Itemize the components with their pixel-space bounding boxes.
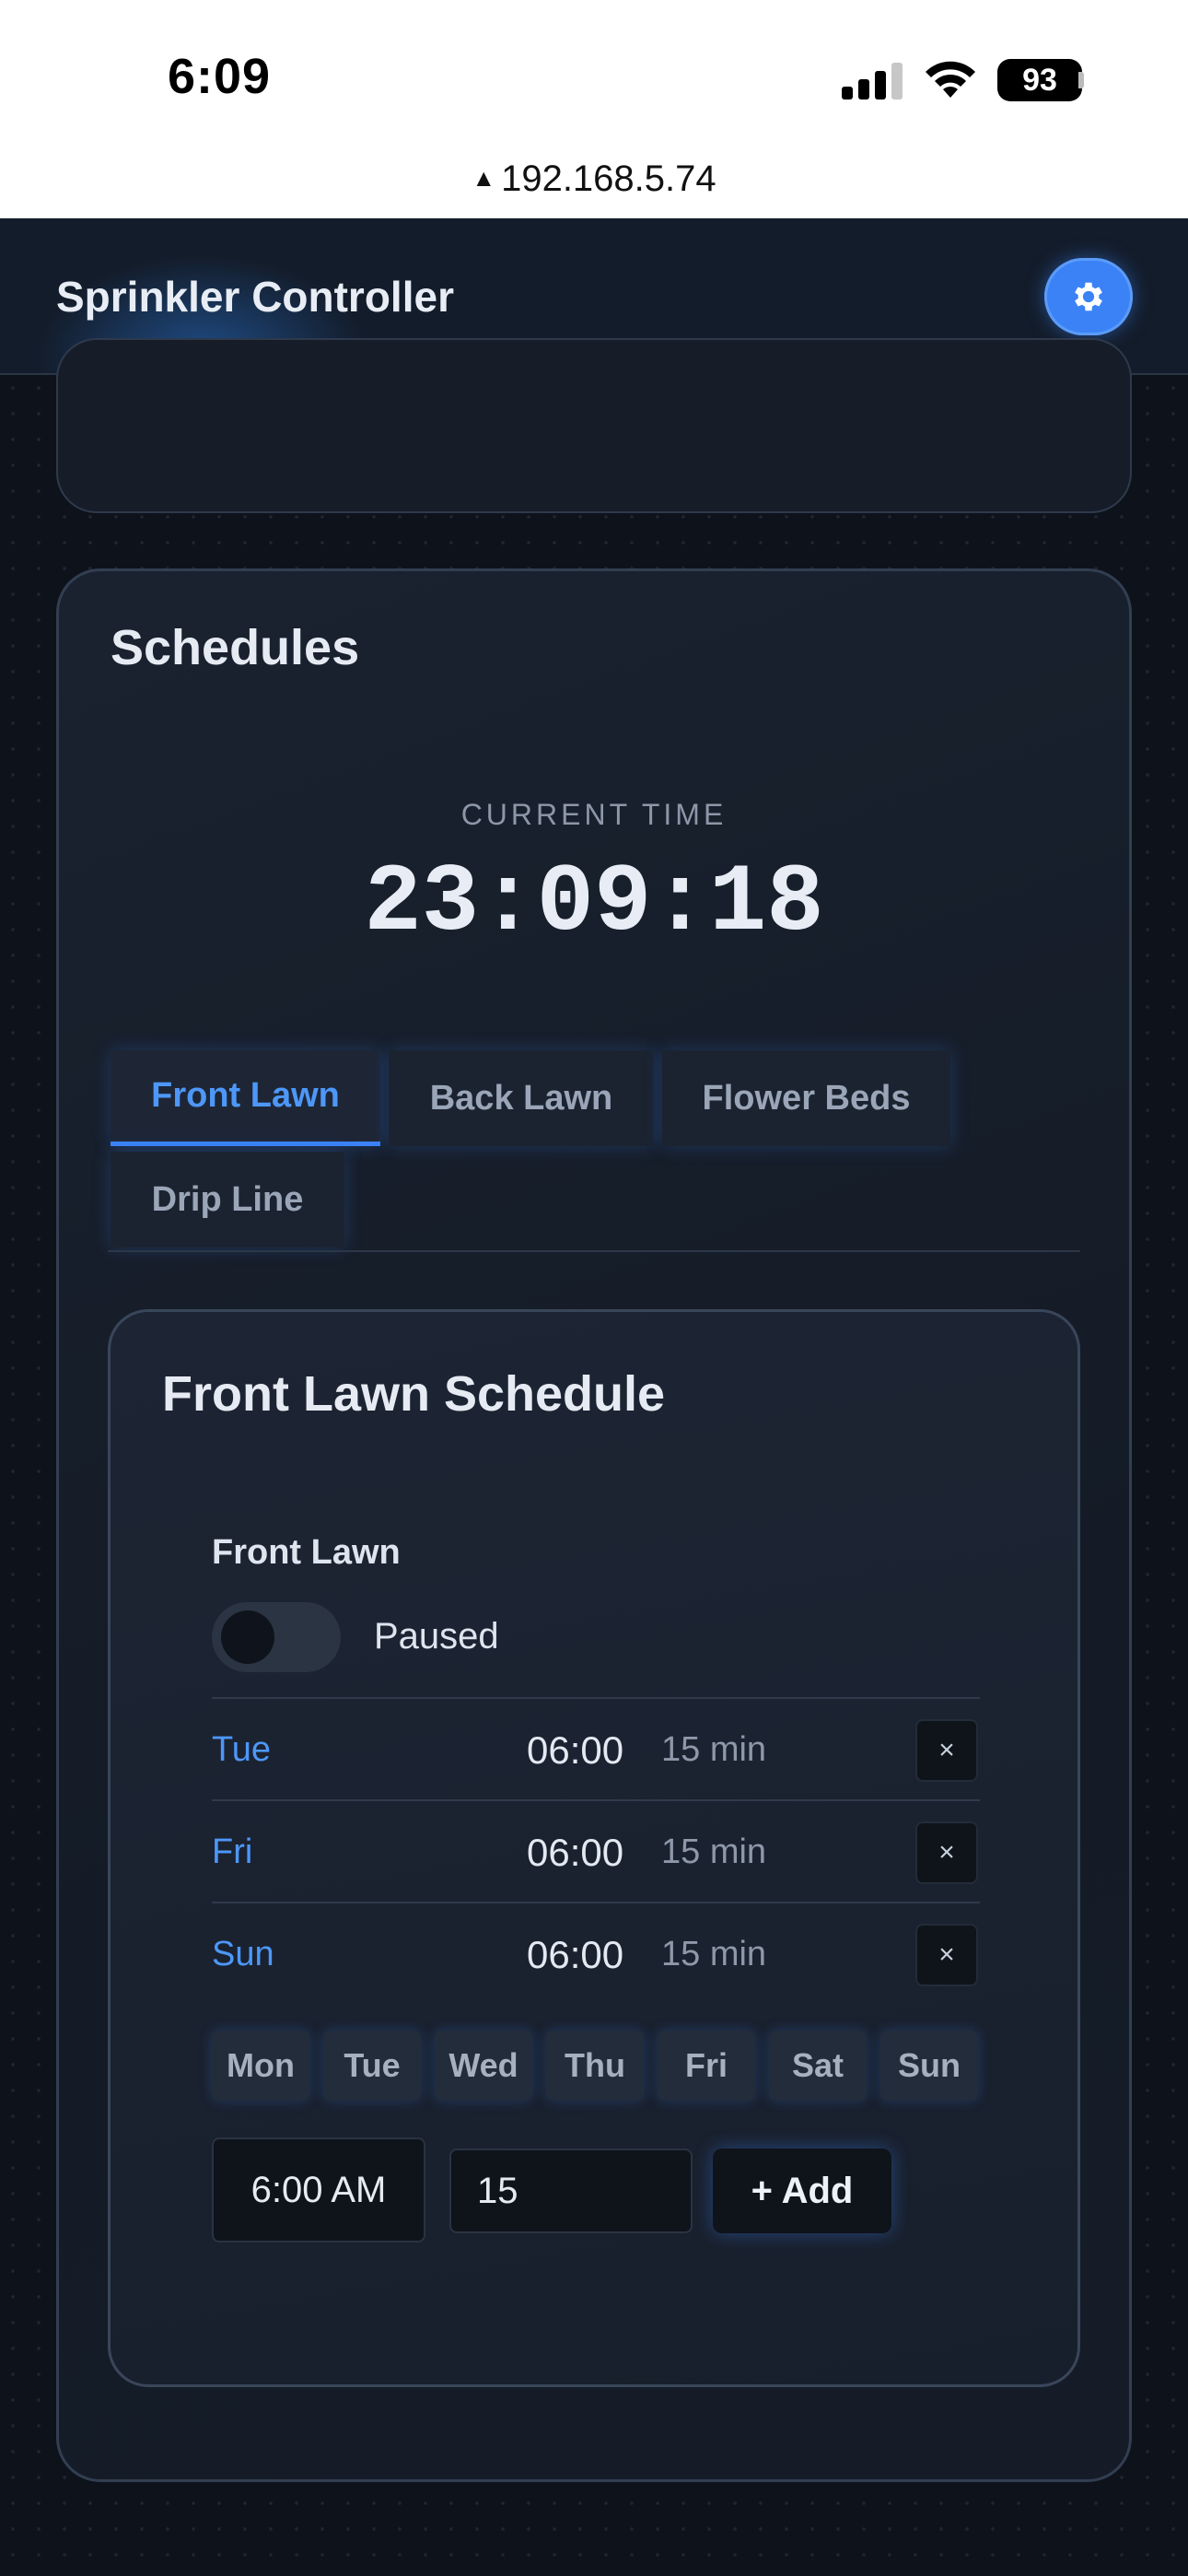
add-schedule-button[interactable]: + Add: [713, 2149, 891, 2233]
address-bar[interactable]: ▲ 192.168.5.74: [0, 158, 1188, 200]
gear-icon: [1075, 282, 1102, 311]
tab-front-lawn[interactable]: Front Lawn: [111, 1050, 380, 1146]
day-chip-sat[interactable]: Sat: [769, 2031, 867, 2101]
day-chip-sun[interactable]: Sun: [880, 2031, 978, 2101]
wifi-icon: [926, 61, 975, 98]
zone-schedule-title: Front Lawn Schedule: [162, 1366, 666, 1422]
status-bar: 6:09 93 ▲ 192.168.5.74: [0, 0, 1188, 218]
settings-button[interactable]: [1044, 258, 1133, 335]
schedule-entry: Fri 06:00 15 min ×: [212, 1799, 980, 1903]
current-time-clock: 23:09:18: [364, 849, 824, 958]
day-chip-thu[interactable]: Thu: [546, 2031, 644, 2101]
main-content: Schedules CURRENT TIME 23:09:18 Front La…: [0, 338, 1188, 2576]
day-chip-wed[interactable]: Wed: [435, 2031, 532, 2101]
schedules-title: Schedules: [111, 620, 360, 675]
status-time: 6:09: [168, 49, 272, 104]
tab-flower-beds[interactable]: Flower Beds: [662, 1050, 950, 1146]
entry-day: Tue: [212, 1730, 272, 1769]
tabs-divider: [108, 1250, 1080, 1252]
entry-duration: 15 min: [661, 1730, 767, 1769]
toggle-knob: [221, 1610, 274, 1664]
schedule-entry: Sun 06:00 15 min ×: [212, 1902, 980, 2005]
delete-entry-button[interactable]: ×: [915, 1924, 978, 1986]
day-chip-mon[interactable]: Mon: [212, 2031, 309, 2101]
day-chip-fri[interactable]: Fri: [658, 2031, 755, 2101]
warning-icon: ▲: [472, 163, 496, 192]
app-title: Sprinkler Controller: [56, 273, 454, 321]
delete-entry-button[interactable]: ×: [915, 1719, 978, 1782]
entry-time: 06:00: [527, 1933, 624, 1976]
zone-name: Front Lawn: [212, 1533, 401, 1572]
current-time-label: CURRENT TIME: [460, 798, 728, 831]
battery-icon: 93: [997, 59, 1082, 101]
day-chip-tue[interactable]: Tue: [323, 2031, 421, 2101]
zone-enable-toggle[interactable]: [212, 1602, 341, 1672]
signal-icon: [842, 63, 903, 100]
entry-time: 06:00: [527, 1831, 624, 1874]
entry-time: 06:00: [527, 1728, 624, 1772]
battery-tip: [1078, 72, 1084, 88]
entry-day: Fri: [212, 1832, 253, 1871]
previous-card: [56, 338, 1132, 513]
delete-entry-button[interactable]: ×: [915, 1821, 978, 1884]
duration-input[interactable]: 15: [449, 2149, 693, 2233]
zone-schedule-panel: Front Lawn Schedule Front Lawn Paused Tu…: [108, 1309, 1080, 2387]
time-input[interactable]: 6:00 AM: [212, 2137, 425, 2242]
entry-duration: 15 min: [661, 1935, 767, 1973]
url-text: 192.168.5.74: [501, 158, 716, 199]
schedule-entry: Tue 06:00 15 min ×: [212, 1697, 980, 1800]
toggle-state-label: Paused: [374, 1616, 499, 1657]
tab-drip-line[interactable]: Drip Line: [111, 1152, 344, 1247]
entry-duration: 15 min: [661, 1832, 767, 1871]
tab-back-lawn[interactable]: Back Lawn: [389, 1050, 654, 1146]
entry-day: Sun: [212, 1935, 274, 1973]
